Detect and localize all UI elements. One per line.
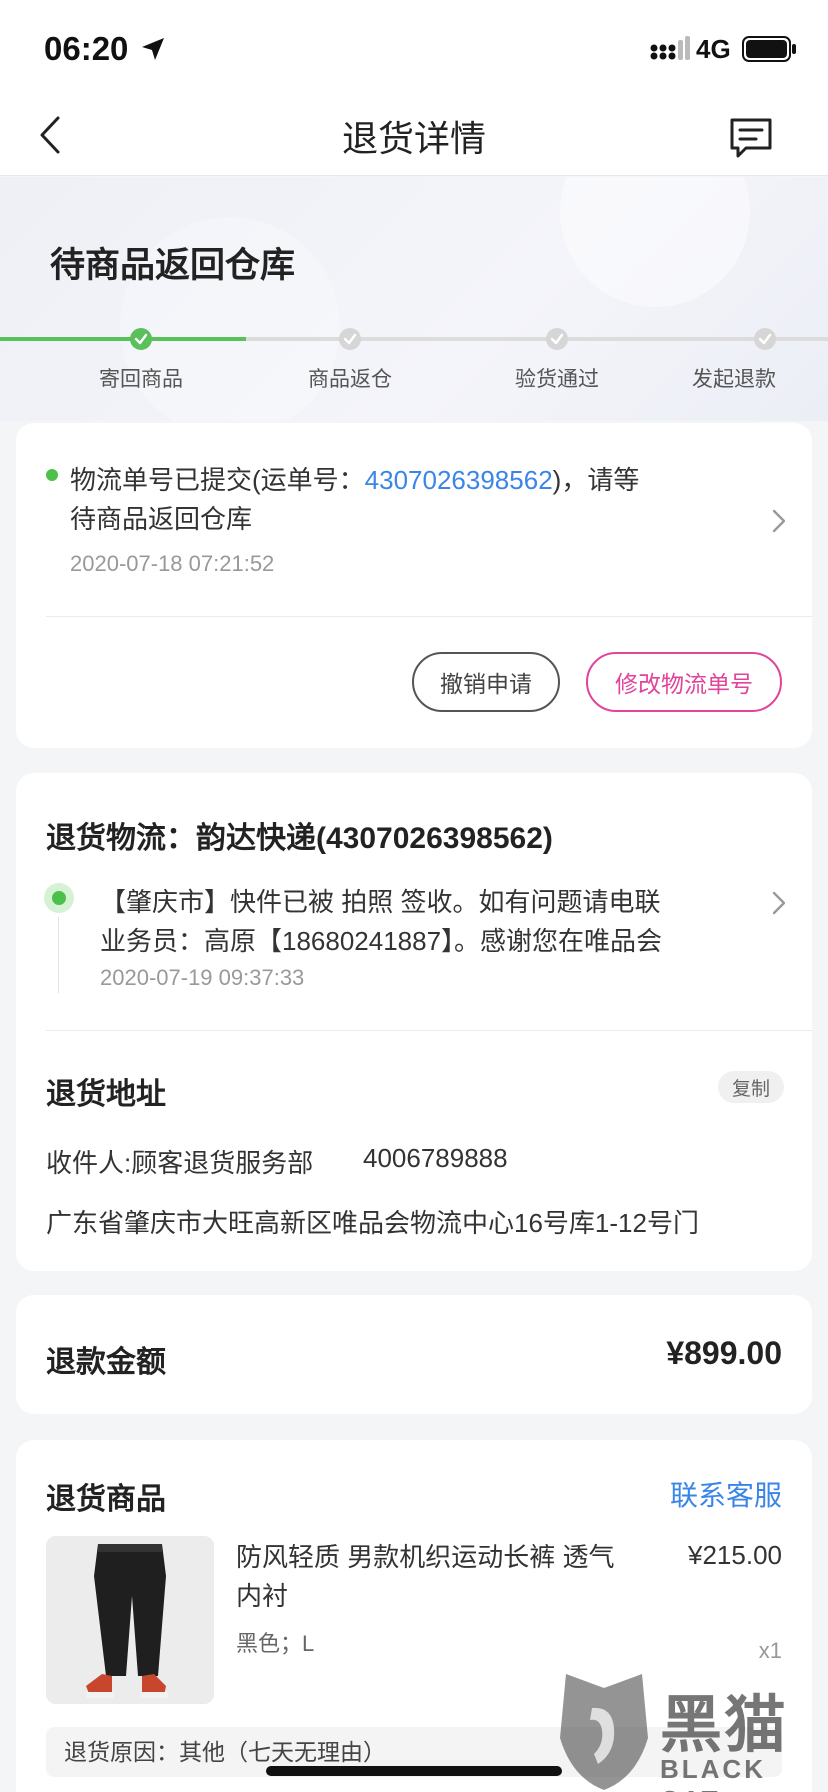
return-logistics-title: 退货物流：韵达快递(4307026398562) [46, 822, 553, 855]
check-icon [758, 333, 772, 345]
step-dot-pending [339, 328, 361, 350]
divider [46, 1030, 812, 1031]
return-status-title: 待商品返回仓库 [50, 246, 296, 285]
step-dot-done [130, 328, 152, 350]
product-quantity: x1 [758, 1638, 782, 1663]
refund-amount-card: 退款金额 ¥899.00 [16, 1295, 812, 1414]
status-bar: 06:20 4G [0, 0, 828, 96]
product-price: ¥215.00 [688, 1540, 782, 1570]
notice-time: 2020-07-18 07:21:52 [70, 551, 275, 576]
modify-tracking-button[interactable]: 修改物流单号 [586, 652, 782, 712]
location-arrow-icon [142, 38, 164, 60]
step-label-return-warehouse: 商品返仓 [308, 368, 392, 391]
return-address-title: 退货地址 [46, 1078, 166, 1111]
status-time: 06:20 [44, 30, 129, 67]
black-cat-logo-icon [560, 1674, 648, 1790]
tracking-number-link[interactable]: 4307026398562 [365, 465, 553, 495]
notice-text-before: 物流单号已提交(运单号： [70, 465, 365, 495]
step-label-refund: 发起退款 [692, 368, 776, 391]
refund-amount: ¥899.00 [666, 1335, 782, 1371]
watermark-cn: 黑猫 [660, 1691, 789, 1760]
network-type: 4G [696, 34, 731, 64]
pants-image [46, 1536, 214, 1704]
step-dot-pending [754, 328, 776, 350]
product-image[interactable] [46, 1536, 214, 1704]
notice-text-line2: 待商品返回仓库 [70, 504, 253, 534]
return-goods-title: 退货商品 [46, 1483, 166, 1516]
divider [46, 616, 812, 617]
chevron-right-icon[interactable] [768, 505, 790, 537]
return-address-text: 广东省肇庆市大旺高新区唯品会物流中心16号库1-12号门 [46, 1208, 699, 1238]
step-label-send-back: 寄回商品 [99, 368, 183, 391]
nav-bar: 退货详情 [0, 96, 828, 176]
return-logistics-card: 退货物流：韵达快递(4307026398562) 【肇庆市】快件已被 拍照 签收… [16, 773, 812, 1271]
home-indicator[interactable] [266, 1766, 562, 1776]
status-header: 待商品返回仓库 寄回商品 商品返仓 验货通过 发起退款 [0, 177, 828, 421]
logistics-notice-text[interactable]: 物流单号已提交(运单号：4307026398562)，请等 待商品返回仓库 20… [70, 461, 730, 577]
refund-label: 退款金额 [46, 1346, 166, 1379]
copy-address-button[interactable]: 复制 [718, 1071, 785, 1103]
notice-text-after: )，请等 [552, 465, 640, 495]
status-dot [46, 469, 58, 481]
logistics-notice-card: 物流单号已提交(运单号：4307026398562)，请等 待商品返回仓库 20… [16, 423, 812, 748]
logistics-event[interactable]: 【肇庆市】快件已被 拍照 签收。如有问题请电联 业务员：高原【186802418… [100, 883, 740, 991]
logistics-event-line2: 业务员：高原【18680241887】。感谢您在唯品会 [100, 926, 663, 956]
logistics-event-line1: 【肇庆市】快件已被 拍照 签收。如有问题请电联 [100, 887, 661, 917]
product-name-line1: 防风轻质 男款机织运动长裤 透气 [236, 1542, 615, 1572]
check-icon [343, 333, 357, 345]
product-name-line2: 内衬 [236, 1581, 289, 1611]
progress-track [0, 337, 828, 341]
progress-fill [0, 337, 246, 341]
product-spec: 黑色；L [236, 1631, 315, 1656]
signal-icon [650, 36, 690, 60]
recipient-name: 收件人:顾客退货服务部 [46, 1148, 314, 1178]
watermark: 黑猫 BLACK CAT [556, 1668, 828, 1792]
contact-service-link[interactable]: 联系客服 [670, 1474, 782, 1514]
timeline-dot [52, 891, 66, 905]
recipient-phone: 4006789888 [363, 1143, 508, 1173]
decor-circle [560, 177, 750, 307]
step-dot-pending [546, 328, 568, 350]
timeline-line [58, 917, 59, 993]
step-label-inspection-passed: 验货通过 [515, 368, 599, 391]
page-title: 退货详情 [341, 118, 486, 159]
logistics-event-time: 2020-07-19 09:37:33 [100, 965, 305, 990]
chevron-right-icon[interactable] [768, 887, 790, 919]
cancel-request-button[interactable]: 撤销申请 [412, 652, 560, 712]
battery-icon [742, 36, 796, 62]
message-icon[interactable] [726, 112, 776, 162]
watermark-en: BLACK CAT [660, 1754, 766, 1792]
check-icon [134, 333, 148, 345]
product-info[interactable]: 防风轻质 男款机织运动长裤 透气 内衬 黑色；L [236, 1538, 676, 1658]
check-icon [550, 333, 564, 345]
